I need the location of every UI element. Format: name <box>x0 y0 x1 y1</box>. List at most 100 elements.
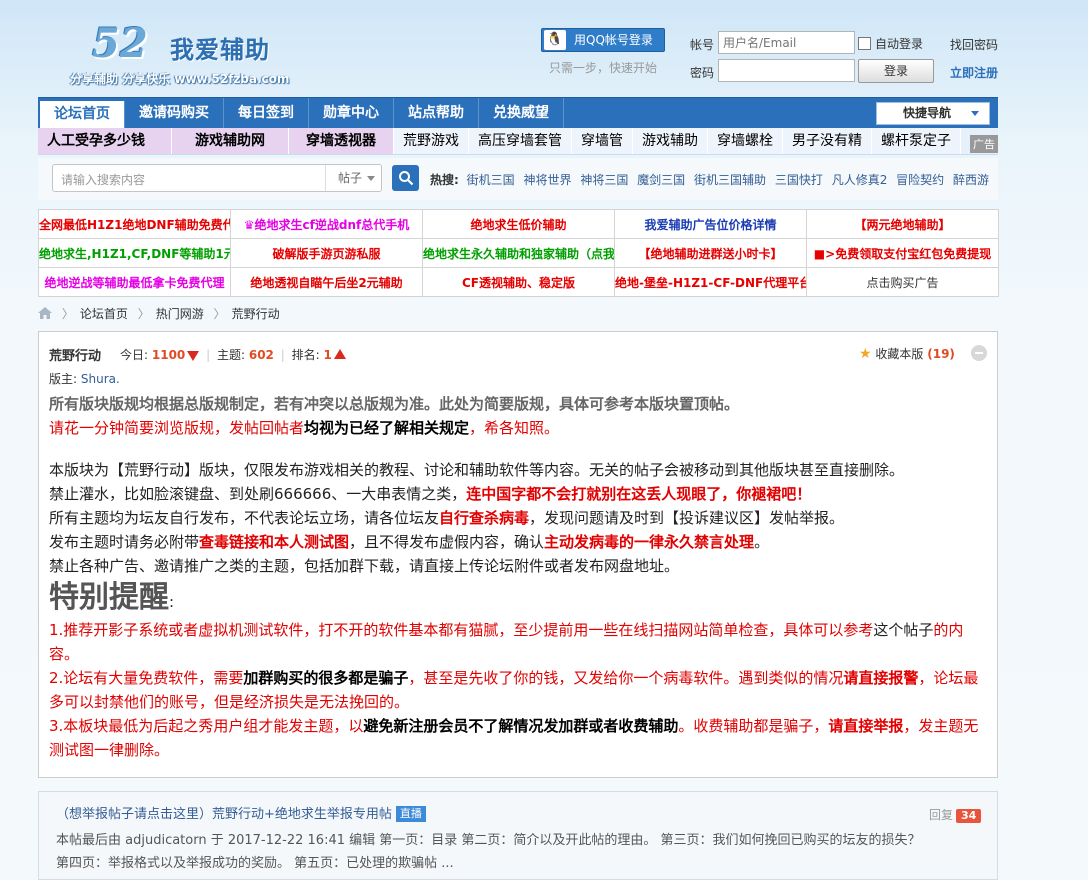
ad-link[interactable]: 高压穿墙套管 <box>469 128 572 154</box>
ad-link[interactable]: 螺杆泵定子 <box>872 128 961 154</box>
ad-link[interactable]: 穿墙透视器 <box>289 128 394 154</box>
hot-search-link[interactable]: 神将世界 <box>523 173 571 187</box>
rules-line: 禁止灌水，比如脸滚键盘、到处刷666666、一大串表情之类，连中国字都不会打就别… <box>49 485 812 503</box>
ad-table-cell[interactable]: ♛绝地求生cf逆战dnf总代手机 <box>230 209 423 239</box>
ad-table-cell[interactable]: 我爱辅助广告位价格详情 <box>614 209 807 239</box>
chevron-down-icon <box>367 176 375 181</box>
moderator-label: 版主: <box>49 372 78 386</box>
nav-home[interactable]: 论坛首页 <box>40 101 125 128</box>
reply-label: 回复 <box>929 808 954 822</box>
rules-line: 禁止各种广告、邀请推广之类的主题，包括加群下载，请直接上传论坛附件或者发布网盘地… <box>49 557 680 575</box>
main-nav: 论坛首页 邀请码购买 每日签到 勋章中心 站点帮助 兑换威望 快捷导航 <box>38 97 998 128</box>
favorite-board-button[interactable]: ★ 收藏本版 (19) <box>859 345 955 362</box>
ad-table-cell[interactable]: 【绝地辅助进群送小时卡】 <box>614 238 807 268</box>
hot-search-link[interactable]: 冒险契约 <box>896 173 944 187</box>
rules-line: 所有主题均为坛友自行发布，不代表论坛立场，请各位坛友自行查杀病毒，发现问题请及时… <box>49 509 845 527</box>
nav-exchange[interactable]: 兑换威望 <box>479 98 564 128</box>
ad-table-cell[interactable]: 【两元绝地辅助】 <box>806 209 999 239</box>
hot-search-link[interactable]: 魔剑三国 <box>637 173 685 187</box>
search-input[interactable]: 请输入搜索内容 <box>61 171 145 188</box>
nav-help[interactable]: 站点帮助 <box>394 98 479 128</box>
ad-table-row: 绝地逆战等辅助最低拿卡免费代理 绝地透视自瞄午后坐2元辅助 CF透视辅助、稳定版 绝地… <box>38 267 999 297</box>
logo-slogan: 分享辅助 分享快乐 www.52fzba.com <box>70 72 290 86</box>
search-type-select[interactable]: 帖子 <box>325 165 383 191</box>
nav-medal-center[interactable]: 勋章中心 <box>309 98 394 128</box>
nav-invite-code[interactable]: 邀请码购买 <box>125 98 224 128</box>
ad-link[interactable]: 游戏辅助 <box>633 128 708 154</box>
search-button[interactable] <box>392 165 419 191</box>
quick-nav-dropdown[interactable]: 快捷导航 <box>876 102 990 125</box>
ad-table-cell[interactable]: CF透视辅助、稳定版 <box>422 267 615 297</box>
board-stats: 今日: 1100 | 主题: 602 | 排名: 1 <box>120 346 346 363</box>
ad-link[interactable]: 男子没有精 <box>783 128 872 154</box>
account-input[interactable] <box>718 31 855 54</box>
hot-search-link[interactable]: 三国快打 <box>775 173 823 187</box>
ad-table-cell[interactable]: 绝地逆战等辅助最低拿卡免费代理 <box>38 267 231 297</box>
home-icon[interactable] <box>38 307 52 319</box>
reference-post-link[interactable]: 这个帖子 <box>873 621 933 639</box>
password-input[interactable] <box>718 59 855 82</box>
rules-line: 1.推荐开影子系统或者虚拟机测试软件，打不开的软件基本都有猫腻，至少提前用一些在… <box>49 621 964 663</box>
hot-search-link[interactable]: 神将三国 <box>580 173 628 187</box>
ad-link[interactable]: 人工受孕多少钱 <box>38 128 172 154</box>
thread-title-link[interactable]: （想举报帖子请点击这里）荒野行动+绝地求生举报专用帖 直播 <box>56 803 426 822</box>
hot-search-label: 热搜: <box>430 173 459 187</box>
checkbox-box[interactable] <box>858 37 871 50</box>
favorite-label: 收藏本版 <box>875 347 924 361</box>
hot-search: 热搜: 街机三国 神将世界 神将三国 魔剑三国 街机三国辅助 三国快打 凡人修真… <box>430 171 994 188</box>
reply-count: 回复 34 <box>929 806 982 823</box>
today-count: 1100 <box>151 348 186 362</box>
moderator-line: 版主: Shura. <box>49 370 120 387</box>
breadcrumb-item[interactable]: 论坛首页 <box>80 307 128 321</box>
search-type-label: 帖子 <box>338 171 363 185</box>
board-info-panel: 荒野行动 今日: 1100 | 主题: 602 | 排名: 1 ★ 收藏本版 (… <box>38 331 998 778</box>
hot-search-link[interactable]: 凡人修真2 <box>832 173 888 187</box>
ad-table-cell[interactable]: 点击购买广告 <box>806 267 999 297</box>
ad-table-row: 全网最低H1Z1绝地DNF辅助免费代 ♛绝地求生cf逆战dnf总代手机 绝地求生低价… <box>38 209 999 239</box>
today-label: 今日: <box>120 348 149 362</box>
login-button[interactable]: 登录 <box>858 59 934 83</box>
auto-login-checkbox[interactable]: 自动登录 <box>858 35 923 52</box>
hot-search-link[interactable]: 醉西游 <box>953 173 989 187</box>
ad-link[interactable]: 游戏辅助网 <box>172 128 289 154</box>
ad-table-cell[interactable]: 破解版手游页游私服 <box>230 238 423 268</box>
ad-table-cell[interactable]: 绝地求生永久辅助和独家辅助（点我 <box>422 238 615 268</box>
ad-table-row: 绝地求生,H1Z1,CF,DNF等辅助1元 破解版手游页游私服 绝地求生永久辅助和独… <box>38 238 999 268</box>
hot-search-link[interactable]: 街机三国 <box>467 173 515 187</box>
search-box[interactable]: 请输入搜索内容 帖子 <box>52 164 382 192</box>
ad-table-cell[interactable]: 绝地透视自瞄午后坐2元辅助 <box>230 267 423 297</box>
find-password-link[interactable]: 找回密码 <box>950 36 998 53</box>
rules-line: 2.论坛有大量免费软件，需要加群购买的很多都是骗子，甚至是先收了你的钱，又发给你… <box>49 669 979 711</box>
ad-link[interactable]: 荒野游戏 <box>394 128 469 154</box>
rules-line: 本版块为【荒野行动】版块，仅限发布游戏相关的教程、讨论和辅助软件等内容。无关的帖… <box>49 461 905 479</box>
breadcrumb-item[interactable]: 热门网游 <box>156 307 204 321</box>
nav-daily-signin[interactable]: 每日签到 <box>224 98 309 128</box>
qq-penguin-icon: 🐧 <box>544 30 566 50</box>
breadcrumb-item[interactable]: 荒野行动 <box>232 307 280 321</box>
thread-summary: 本帖最后由 adjudicatorn 于 2017-12-22 16:41 编辑… <box>56 833 921 871</box>
ad-table-cell[interactable]: 绝地-堡垒-H1Z1-CF-DNF代理平台 <box>614 267 807 297</box>
qq-login-label: 用QQ帐号登录 <box>574 33 653 47</box>
ad-table-cell[interactable]: 绝地求生低价辅助 <box>422 209 615 239</box>
topics-label: 主题: <box>216 348 246 362</box>
moderator-link[interactable]: Shura. <box>81 372 120 386</box>
board-rules: 所有版块版规均根据总版规制定，若有冲突以总版规为准。此处为简要版规，具体可参考本… <box>49 392 984 762</box>
hot-search-link[interactable]: 街机三国辅助 <box>694 173 766 187</box>
ad-table: 全网最低H1Z1绝地DNF辅助免费代 ♛绝地求生cf逆战dnf总代手机 绝地求生低价… <box>38 209 999 297</box>
collapse-icon[interactable] <box>971 345 987 361</box>
chevron-down-icon <box>971 111 979 116</box>
ad-table-cell[interactable]: 绝地求生,H1Z1,CF,DNF等辅助1元 <box>38 238 231 268</box>
site-logo[interactable]: 52 我爱辅助 分享辅助 分享快乐 www.52fzba.com <box>70 20 320 90</box>
rank-label: 排名: <box>291 348 320 362</box>
qq-login-tip: 只需一步，快速开始 <box>549 61 658 75</box>
rules-line: 3.本板块最低为后起之秀用户组才能发主题，以避免新注册会员不了解情况发加群或者收… <box>49 717 979 759</box>
arrow-up-icon <box>333 349 346 359</box>
qq-login-button[interactable]: 🐧 用QQ帐号登录 <box>541 28 665 52</box>
register-link[interactable]: 立即注册 <box>950 64 998 81</box>
ad-link-bar: 人工受孕多少钱 游戏辅助网 穿墙透视器 荒野游戏 高压穿墙套管 穿墙管 游戏辅助 穿墙螺栓 男子… <box>38 128 998 155</box>
ad-table-cell[interactable]: 全网最低H1Z1绝地DNF辅助免费代 <box>38 209 231 239</box>
account-label: 帐号 <box>690 38 715 52</box>
ad-table-cell[interactable]: ■>免费领取支付宝红包免费提现 <box>806 238 999 268</box>
ad-link[interactable]: 穿墙螺栓 <box>708 128 783 154</box>
ad-link[interactable]: 穿墙管 <box>572 128 633 154</box>
